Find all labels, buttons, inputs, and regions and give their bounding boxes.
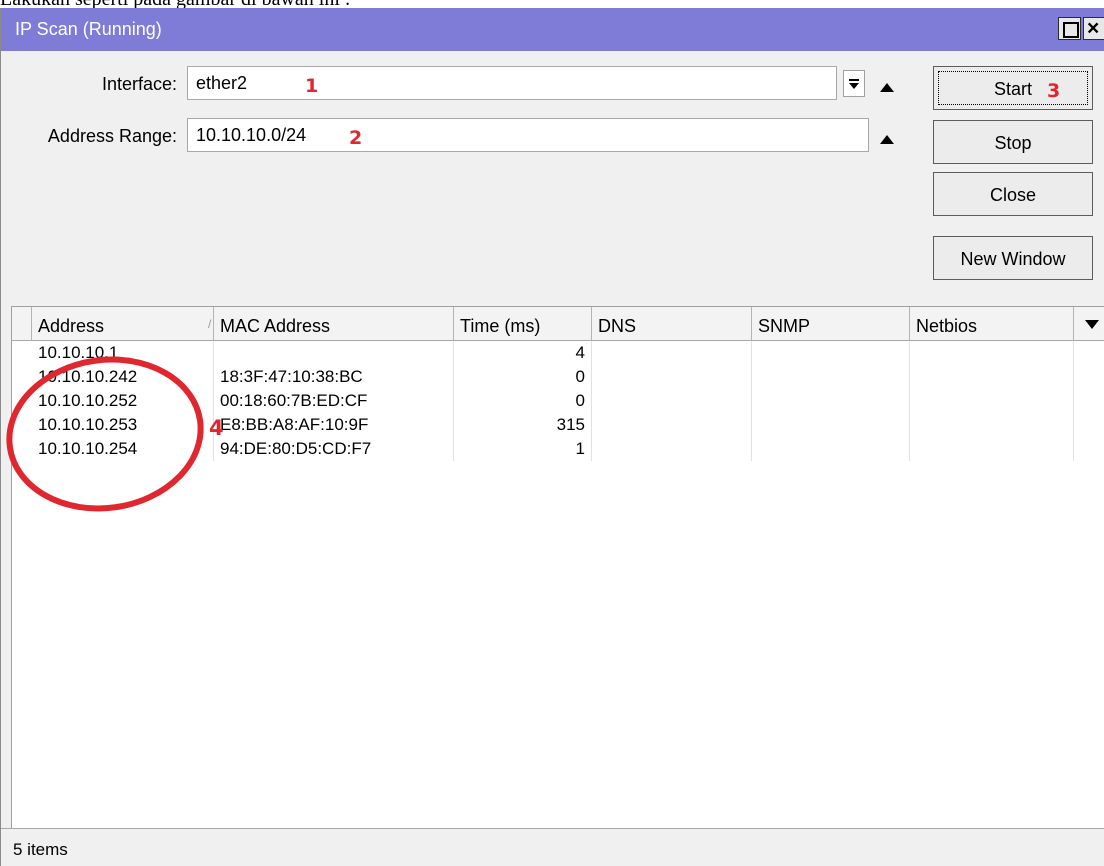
ip-scan-window: IP Scan (Running) × Interface: ether2 1 … [0, 8, 1104, 866]
annotation-number-4: 4 [209, 416, 224, 440]
annotation-ellipse [6, 356, 204, 512]
annotation-overlay [6, 356, 204, 512]
